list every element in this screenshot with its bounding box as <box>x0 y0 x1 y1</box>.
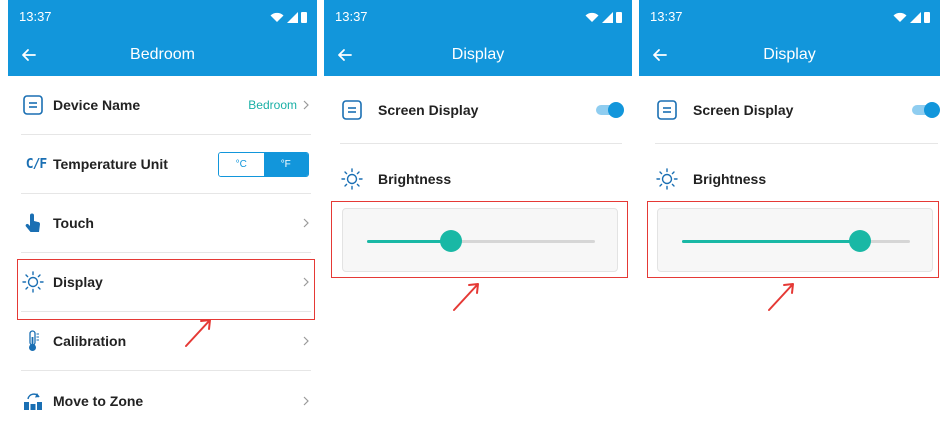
chevron-right-icon <box>303 277 309 287</box>
screen-display-icon <box>340 98 364 122</box>
status-bar: 13:37 <box>8 0 317 34</box>
screen-display-toggle[interactable] <box>596 101 624 118</box>
toggle-knob <box>608 101 624 118</box>
move-to-zone-row[interactable]: Move to Zone <box>21 371 311 428</box>
status-bar: 13:37 <box>324 0 632 34</box>
chevron-right-icon <box>303 396 309 405</box>
fahrenheit-option[interactable]: °F <box>263 152 308 176</box>
status-bar: 13:37 <box>639 0 940 34</box>
touch-icon <box>21 211 45 235</box>
brightness-slider-card <box>342 208 618 272</box>
status-time: 13:37 <box>335 9 368 24</box>
app-bar: Display <box>324 34 632 76</box>
system-icons <box>270 9 307 23</box>
brightness-row: Brightness <box>655 145 930 213</box>
bedroom-settings-screen: 13:37 Bedroom Device Name Bedroom C/F Te… <box>8 0 317 428</box>
cf-icon-text: C/F <box>25 156 48 172</box>
brightness-slider-fill <box>367 240 452 243</box>
screen-display-icon <box>655 98 679 122</box>
display-row[interactable]: Display <box>21 253 311 312</box>
page-title: Display <box>451 46 505 63</box>
zone-icon <box>21 389 45 413</box>
screen-display-toggle[interactable] <box>912 101 940 118</box>
screen-display-row: Screen Display <box>340 76 624 144</box>
chevron-right-icon <box>303 336 309 346</box>
brightness-slider-thumb[interactable] <box>440 230 463 252</box>
annotation-arrow-icon <box>453 283 479 311</box>
display-settings-screen-1: 13:37 Display Screen Display Brightness <box>324 0 632 428</box>
touch-label: Touch <box>53 215 94 231</box>
battery-icon <box>924 12 930 23</box>
device-name-label: Device Name <box>53 97 141 113</box>
system-icons <box>893 9 930 23</box>
display-label: Display <box>53 274 103 290</box>
brightness-label: Brightness <box>693 171 767 187</box>
chevron-right-icon <box>303 100 309 110</box>
touch-row[interactable]: Touch <box>21 194 311 253</box>
move-to-zone-label: Move to Zone <box>53 392 144 409</box>
battery-icon <box>301 12 307 23</box>
screen-display-label: Screen Display <box>693 101 794 118</box>
brightness-slider[interactable] <box>367 230 595 252</box>
thermometer-icon <box>21 329 45 353</box>
brightness-slider-fill <box>682 240 860 243</box>
battery-icon <box>616 12 622 23</box>
calibration-label: Calibration <box>53 333 127 349</box>
brightness-slider-thumb[interactable] <box>848 230 871 252</box>
device-name-value: Bedroom <box>248 98 297 112</box>
signal-icon <box>287 12 298 23</box>
cf-icon: C/F <box>21 152 51 176</box>
brightness-icon <box>21 270 45 294</box>
calibration-row[interactable]: Calibration <box>21 312 311 371</box>
temperature-unit-row: C/F Temperature Unit °C °F <box>21 135 311 194</box>
brightness-label: Brightness <box>378 171 452 187</box>
chevron-right-icon <box>303 218 309 228</box>
app-bar: Display <box>639 34 940 76</box>
device-name-row[interactable]: Device Name Bedroom <box>21 76 311 135</box>
display-settings-screen-2: 13:37 Display Screen Display Brightness <box>639 0 940 428</box>
screen-display-label: Screen Display <box>378 101 479 118</box>
annotation-arrow-icon <box>768 283 794 311</box>
system-icons <box>585 9 622 23</box>
app-bar: Bedroom <box>8 34 317 76</box>
signal-icon <box>910 12 921 23</box>
temperature-unit-label: Temperature Unit <box>53 156 168 172</box>
page-title: Display <box>763 46 816 63</box>
status-time: 13:37 <box>650 9 683 24</box>
wifi-icon <box>270 12 284 22</box>
brightness-slider[interactable] <box>682 230 910 252</box>
celsius-option[interactable]: °C <box>219 152 264 176</box>
wifi-icon <box>893 12 907 22</box>
wifi-icon <box>585 12 599 22</box>
temperature-unit-toggle: °C °F <box>218 151 309 177</box>
device-name-icon <box>21 93 45 117</box>
page-title: Bedroom <box>130 46 195 63</box>
screen-display-row: Screen Display <box>655 76 940 144</box>
toggle-knob <box>924 101 940 118</box>
brightness-icon <box>340 167 364 191</box>
status-time: 13:37 <box>19 9 52 24</box>
brightness-row: Brightness <box>340 145 622 213</box>
signal-icon <box>602 12 613 23</box>
brightness-slider-card <box>657 208 933 272</box>
brightness-icon <box>655 167 679 191</box>
